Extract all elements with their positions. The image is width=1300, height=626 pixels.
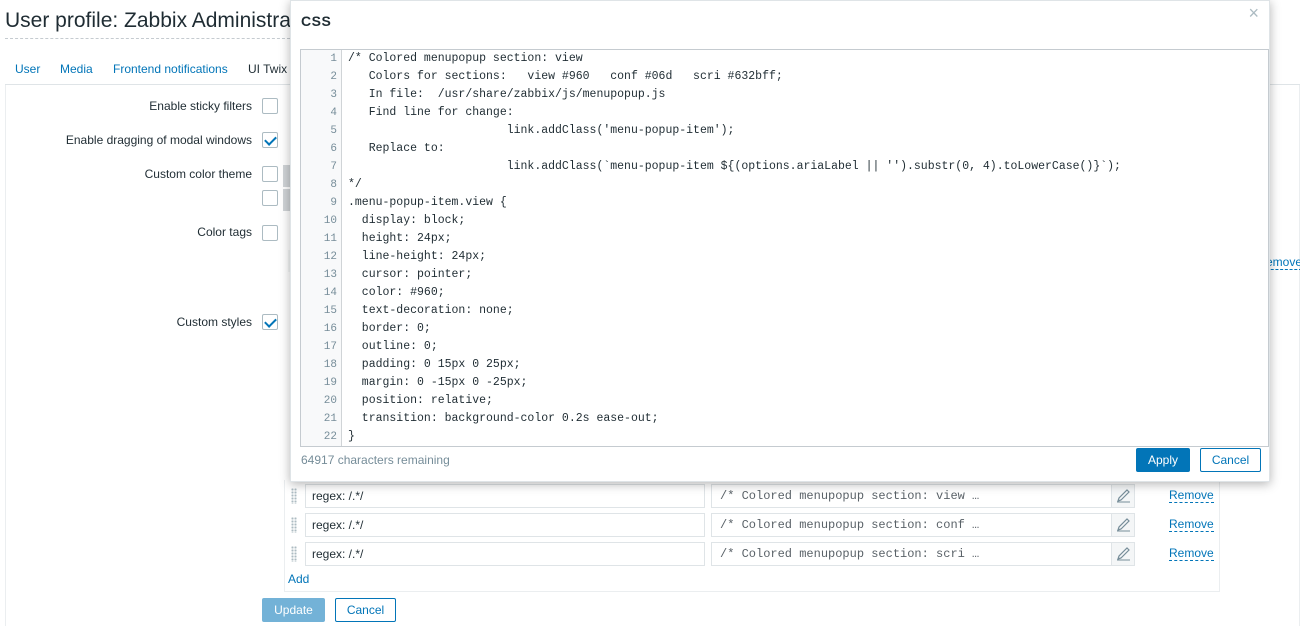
code-line: outline: 0;	[348, 340, 438, 353]
color-tags-remove-link[interactable]: emove	[1266, 255, 1300, 270]
code-line: position: relative;	[348, 394, 493, 407]
line-number: 18	[323, 359, 337, 371]
css-preview-field[interactable]: /* Colored menupopup section: scri …	[711, 542, 1135, 566]
remove-style-link[interactable]: Remove	[1169, 517, 1214, 532]
code-line: height: 24px;	[348, 232, 452, 245]
drag-handle-icon[interactable]	[291, 517, 297, 533]
modal-title: CSS	[301, 13, 332, 29]
tab-user[interactable]: User	[15, 62, 40, 76]
color-tags-label: Color tags	[197, 225, 252, 239]
add-style-link[interactable]: Add	[288, 572, 309, 586]
drag-modal-checkbox[interactable]	[262, 132, 278, 148]
pencil-icon	[1117, 518, 1130, 532]
table-row: regex: /.*/ /* Colored menupopup section…	[285, 513, 1221, 537]
modal-cancel-button[interactable]: Cancel	[1200, 448, 1261, 472]
remove-style-link[interactable]: Remove	[1169, 546, 1214, 561]
regex-input[interactable]: regex: /.*/	[305, 513, 705, 537]
line-number: 13	[323, 269, 337, 281]
code-line: Colors for sections: view #960 conf #06d…	[348, 70, 783, 83]
code-line: text-decoration: none;	[348, 304, 514, 317]
line-number: 20	[323, 395, 337, 407]
line-number: 21	[323, 413, 337, 425]
table-row: regex: /.*/ /* Colored menupopup section…	[285, 542, 1221, 566]
css-preview-text: /* Colored menupopup section: view …	[720, 489, 980, 503]
apply-button[interactable]: Apply	[1136, 448, 1190, 472]
line-number: 8	[330, 179, 337, 191]
tab-media[interactable]: Media	[60, 62, 93, 76]
drag-handle-icon[interactable]	[291, 546, 297, 562]
css-code-editor[interactable]: 1 /* Colored menupopup section: view 2 Col…	[300, 49, 1269, 447]
code-line: padding: 0 15px 0 25px;	[348, 358, 521, 371]
code-line: Replace to:	[348, 142, 445, 155]
edit-css-button[interactable]	[1111, 543, 1134, 565]
edit-css-button[interactable]	[1111, 514, 1134, 536]
code-line: transition: background-color 0.2s ease-o…	[348, 412, 659, 425]
cancel-button[interactable]: Cancel	[335, 598, 396, 622]
line-number: 11	[323, 233, 337, 245]
drag-modal-label: Enable dragging of modal windows	[65, 133, 252, 147]
code-line: link.addClass('menu-popup-item');	[348, 124, 735, 137]
line-number: 17	[323, 341, 337, 353]
code-line: margin: 0 -15px 0 -25px;	[348, 376, 528, 389]
pencil-icon	[1117, 489, 1130, 503]
regex-input[interactable]: regex: /.*/	[305, 542, 705, 566]
line-number: 6	[330, 143, 337, 155]
sticky-filters-checkbox[interactable]	[262, 98, 278, 114]
tab-frontend-notifications[interactable]: Frontend notifications	[113, 62, 228, 76]
code-line: line-height: 24px;	[348, 250, 487, 263]
regex-input[interactable]: regex: /.*/	[305, 484, 705, 508]
line-number: 16	[323, 323, 337, 335]
css-preview-field[interactable]: /* Colored menupopup section: conf …	[711, 513, 1135, 537]
sticky-filters-label: Enable sticky filters	[149, 99, 252, 113]
code-line: border: 0;	[348, 322, 431, 335]
line-number: 7	[330, 161, 337, 173]
line-number: 10	[323, 215, 337, 227]
css-modal: CSS × 1 /* Colored menupopup section: vie…	[290, 0, 1270, 482]
line-number: 15	[323, 305, 337, 317]
title-divider	[5, 38, 290, 39]
line-number: 14	[323, 287, 337, 299]
tab-ui-twix[interactable]: UI Twix	[248, 62, 287, 76]
line-number: 1	[330, 53, 337, 65]
line-number: 19	[323, 377, 337, 389]
code-line: link.addClass(`menu-popup-item ${(option…	[348, 160, 1121, 173]
css-preview-field[interactable]: /* Colored menupopup section: view …	[711, 484, 1135, 508]
remove-style-link[interactable]: Remove	[1169, 488, 1214, 503]
custom-styles-label: Custom styles	[176, 315, 252, 329]
pencil-icon	[1117, 547, 1130, 561]
line-number: 9	[330, 197, 337, 209]
css-preview-text: /* Colored menupopup section: conf …	[720, 518, 980, 532]
update-button[interactable]: Update	[262, 598, 325, 622]
line-number: 4	[330, 107, 337, 119]
color-theme-label: Custom color theme	[144, 167, 252, 181]
custom-styles-table: regex: /.*/ /* Colored menupopup section…	[284, 480, 1220, 592]
code-line: color: #960;	[348, 286, 445, 299]
code-line: Find line for change:	[348, 106, 514, 119]
edit-css-button[interactable]	[1111, 485, 1134, 507]
css-preview-text: /* Colored menupopup section: scri …	[720, 547, 980, 561]
code-line: display: block;	[348, 214, 466, 227]
code-line: */	[348, 178, 362, 191]
code-line: }	[348, 430, 355, 443]
color-theme-secondary-checkbox[interactable]	[262, 190, 278, 206]
line-number: 5	[330, 125, 337, 137]
table-row: regex: /.*/ /* Colored menupopup section…	[285, 484, 1221, 508]
drag-handle-icon[interactable]	[291, 488, 297, 504]
color-theme-checkbox[interactable]	[262, 166, 278, 182]
line-number: 12	[323, 251, 337, 263]
code-line: In file: /usr/share/zabbix/js/menupopup.…	[348, 88, 666, 101]
custom-styles-checkbox[interactable]	[262, 314, 278, 330]
line-number: 2	[330, 71, 337, 83]
code-line: /* Colored menupopup section: view	[348, 52, 583, 65]
color-tags-checkbox[interactable]	[262, 225, 278, 241]
close-icon[interactable]: ×	[1248, 3, 1259, 24]
page-title: User profile: Zabbix Administrator	[5, 9, 316, 32]
code-line: cursor: pointer;	[348, 268, 473, 281]
line-number: 3	[330, 89, 337, 101]
code-line: .menu-popup-item.view {	[348, 196, 507, 209]
line-number: 22	[323, 431, 337, 443]
chars-remaining: 64917 characters remaining	[301, 453, 450, 467]
